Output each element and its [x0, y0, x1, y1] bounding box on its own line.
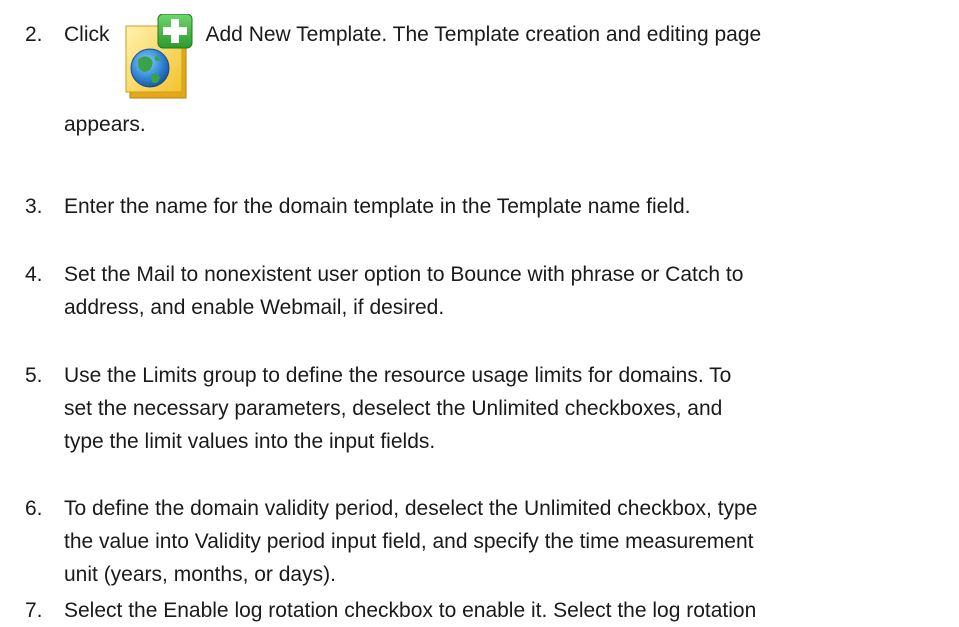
step-body: Use the Limits group to define the resou…: [64, 359, 944, 458]
step-text-before-icon: Click: [64, 23, 110, 46]
step-line: Click Add New Template. The Template cre…: [64, 13, 944, 108]
step-body: Enter the name for the domain template i…: [64, 190, 944, 223]
step-line: type the limit values into the input fie…: [64, 430, 436, 453]
step-body: Click Add New Template. The Template cre…: [64, 13, 944, 108]
step-number: 7.: [25, 599, 43, 622]
step-line: the value into Validity period input fie…: [64, 530, 754, 553]
step-line: Enter the name for the domain template i…: [64, 195, 691, 218]
step-continuation: appears.: [64, 113, 146, 136]
step-line: unit (years, months, or days).: [64, 563, 336, 586]
step-line: Set the Mail to nonexistent user option …: [64, 263, 744, 286]
step-body: Set the Mail to nonexistent user option …: [64, 258, 944, 324]
step-body: Select the Enable log rotation checkbox …: [64, 594, 944, 627]
step-number: 2.: [25, 23, 43, 46]
step-number: 3.: [25, 195, 43, 218]
step-line: Select the Enable log rotation checkbox …: [64, 599, 757, 622]
step-line: set the necessary parameters, deselect t…: [64, 397, 723, 420]
add-new-template-icon[interactable]: [122, 13, 198, 104]
step-number: 5.: [25, 364, 43, 387]
step-text-after-icon: Add New Template. The Template creation …: [205, 23, 762, 46]
step-line: To define the domain validity period, de…: [64, 497, 758, 520]
step-number: 4.: [25, 263, 43, 286]
step-line: address, and enable Webmail, if desired.: [64, 296, 445, 319]
step-body: To define the domain validity period, de…: [64, 492, 944, 591]
step-line: Use the Limits group to define the resou…: [64, 364, 732, 387]
step-number: 6.: [25, 497, 43, 520]
